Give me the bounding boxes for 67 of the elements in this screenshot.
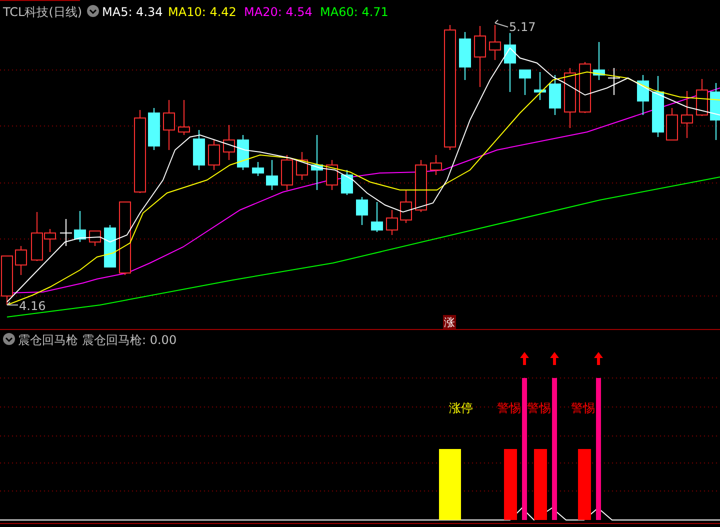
candlestick (296, 152, 308, 180)
candlestick (504, 32, 516, 92)
moving-average-value: MA20: 4.54 (244, 5, 312, 19)
signal-label: 警惕 (571, 401, 595, 415)
candlestick (371, 202, 383, 232)
dropdown-chevron-icon[interactable] (3, 333, 15, 345)
low-price-label: 4.16 (19, 299, 46, 313)
candlestick (104, 224, 116, 268)
candlestick (681, 90, 693, 138)
warning-bar (534, 449, 547, 520)
candlestick (400, 190, 412, 224)
moving-average-value: MA5: 4.34 (102, 5, 163, 19)
candlestick (148, 108, 160, 150)
limit-up-badge: 涨 (443, 315, 456, 329)
candlestick (252, 162, 264, 176)
chart-title: TCL科技(日线) (3, 5, 82, 19)
candlestick (652, 76, 664, 138)
candlestick (459, 32, 471, 80)
candlestick (281, 154, 293, 190)
candlestick (311, 134, 323, 190)
signal-label: 涨停 (449, 401, 473, 415)
candlestick (637, 74, 649, 116)
candlestick (534, 72, 546, 100)
candlestick (356, 196, 368, 226)
limit-up-bar (439, 449, 461, 520)
candlestick (266, 160, 278, 190)
candlestick (415, 160, 427, 212)
leader-line (6, 302, 18, 306)
doji-candle (60, 218, 72, 246)
signal-label: 警惕 (527, 401, 551, 415)
candlestick (666, 108, 678, 140)
candlestick (564, 68, 576, 128)
candlestick (237, 134, 249, 170)
candlestick (489, 24, 501, 60)
up-arrow-icon (520, 352, 529, 365)
candlestick (15, 246, 27, 276)
candlestick (163, 100, 175, 150)
candlestick (326, 160, 338, 190)
doji-candle (608, 68, 620, 96)
candlestick (178, 100, 190, 136)
candlestick (579, 62, 591, 114)
candlestick (74, 210, 86, 242)
indicator-reading: 震仓回马枪: 0.00 (82, 333, 177, 347)
signal-label: 警惕 (497, 401, 521, 415)
leader-line (494, 20, 508, 28)
candlestick (208, 140, 220, 170)
moving-average-value: MA60: 4.71 (320, 5, 388, 19)
candlestick (474, 26, 486, 88)
indicator-name: 震仓回马枪 (18, 333, 78, 347)
candlestick (519, 70, 531, 96)
candlestick (430, 154, 442, 176)
moving-average-value: MA10: 4.42 (168, 5, 236, 19)
dropdown-chevron-icon[interactable] (87, 5, 99, 17)
candlestick (549, 74, 561, 116)
warning-bar (504, 449, 517, 520)
candlestick (710, 82, 720, 140)
high-price-label: 5.17 (509, 20, 536, 34)
candlestick (341, 170, 353, 196)
up-arrow-icon (550, 352, 559, 365)
warning-bar (578, 449, 591, 520)
up-arrow-icon (594, 352, 603, 365)
candlestick (89, 230, 101, 246)
candlestick (193, 130, 205, 170)
candlestick (593, 42, 605, 80)
candlestick (386, 210, 398, 236)
candlestick (696, 78, 708, 116)
candlestick (223, 124, 235, 160)
